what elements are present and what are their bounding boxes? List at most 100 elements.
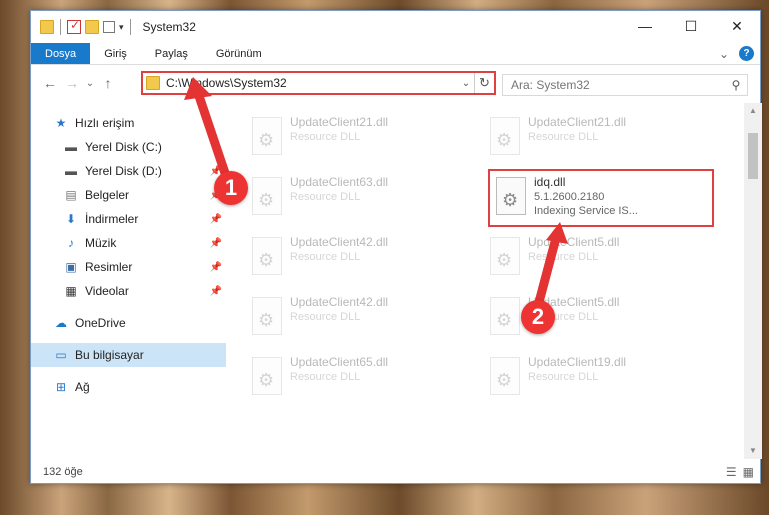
folder-icon — [146, 76, 160, 90]
pin-icon[interactable]: 📌 — [210, 214, 222, 225]
sidebar-item-label: Ağ — [75, 380, 90, 394]
search-icon[interactable]: ⚲ — [725, 78, 747, 92]
videos-icon: ▦ — [65, 284, 77, 298]
address-bar[interactable]: C:\Windows\System32 ⌄ ↻ — [141, 71, 496, 95]
file-name: UpdateClient21.dll — [290, 115, 389, 129]
window-controls: — ☐ ✕ — [622, 11, 760, 41]
maximize-button[interactable]: ☐ — [668, 11, 714, 41]
sidebar-item-quick-access[interactable]: ★ Hızlı erişim — [31, 111, 226, 135]
file-name: UpdateClient42.dll — [290, 295, 389, 309]
refresh-icon[interactable]: ↻ — [474, 73, 494, 93]
close-button[interactable]: ✕ — [714, 11, 760, 41]
music-icon: ♪ — [68, 236, 74, 250]
dll-file-icon: ⚙ — [252, 117, 282, 155]
view-buttons: ☰ ▦ — [726, 465, 754, 479]
new-folder-icon[interactable] — [85, 20, 99, 34]
drive-icon: ▬ — [65, 164, 77, 178]
file-name: UpdateClient19.dll — [528, 355, 627, 369]
address-path[interactable]: C:\Windows\System32 — [166, 76, 458, 90]
star-icon: ★ — [55, 116, 67, 130]
sidebar-item-documents[interactable]: ▤ Belgeler 📌 — [31, 183, 226, 207]
network-icon: ⊞ — [55, 380, 67, 394]
tab-home[interactable]: Giriş — [90, 43, 141, 64]
sidebar-item-local-disk-c[interactable]: ▬ Yerel Disk (C:) — [31, 135, 226, 159]
list-item[interactable]: ⚙ UpdateClient42.dll Resource DLL — [246, 231, 466, 283]
sidebar-item-onedrive[interactable]: ☁ OneDrive — [31, 311, 226, 335]
list-item[interactable]: ⚙ UpdateClient5.dll Resource DLL — [484, 231, 704, 283]
sidebar-item-videos[interactable]: ▦ Videolar 📌 — [31, 279, 226, 303]
file-description: Resource DLL — [290, 251, 361, 263]
dll-file-icon: ⚙ — [490, 357, 520, 395]
list-item[interactable]: ⚙ UpdateClient5.dll Resource DLL — [484, 291, 704, 343]
dll-file-icon: ⚙ — [252, 297, 282, 335]
help-icon[interactable]: ? — [739, 46, 754, 61]
sidebar-item-pictures[interactable]: ▣ Resimler 📌 — [31, 255, 226, 279]
list-item[interactable]: ⚙ UpdateClient42.dll Resource DLL — [246, 291, 466, 343]
sidebar-item-music[interactable]: ♪ Müzik 📌 — [31, 231, 226, 255]
back-button[interactable]: ← — [39, 75, 61, 91]
pin-icon[interactable]: 📌 — [210, 262, 222, 273]
chevron-down-icon[interactable]: ▾ — [119, 22, 124, 33]
file-description: Resource DLL — [290, 191, 361, 203]
properties-icon[interactable] — [67, 18, 81, 34]
scroll-up-arrow[interactable]: ▲ — [744, 103, 762, 119]
sidebar-item-label: Videolar — [85, 284, 129, 298]
search-input[interactable] — [511, 78, 725, 92]
sidebar-item-network[interactable]: ⊞ Ağ — [31, 375, 226, 399]
status-bar: 132 öğe ☰ ▦ — [31, 461, 762, 483]
step-2-badge: 2 — [521, 300, 555, 334]
dll-file-icon: ⚙ — [252, 237, 282, 275]
navigation-pane: ★ Hızlı erişim ▬ Yerel Disk (C:) ▬ Yerel… — [31, 103, 226, 459]
search-box[interactable]: ⚲ — [502, 74, 748, 96]
sidebar-item-label: Müzik — [85, 236, 117, 250]
sidebar-item-local-disk-d[interactable]: ▬ Yerel Disk (D:) 📌 — [31, 159, 226, 183]
expand-ribbon-icon[interactable]: ⌄ — [719, 47, 729, 61]
minimize-button[interactable]: — — [622, 11, 668, 41]
file-name: UpdateClient63.dll — [290, 175, 389, 189]
dll-file-icon: ⚙ — [496, 177, 526, 215]
scroll-down-arrow[interactable]: ▼ — [744, 443, 762, 459]
pin-icon[interactable]: 📌 — [210, 238, 222, 249]
explorer-window: ▾ System32 — ☐ ✕ Dosya Giriş Paylaş Görü… — [30, 10, 762, 484]
recent-locations-button[interactable]: ⌄ — [83, 78, 97, 89]
toolbar-divider — [60, 19, 61, 35]
chevron-down-icon[interactable]: ⌄ — [458, 78, 474, 89]
idq-dll-file-item[interactable]: ⚙ idq.dll 5.1.2600.2180 Indexing Service… — [488, 169, 714, 227]
tab-view[interactable]: Görünüm — [202, 43, 276, 64]
sidebar-item-downloads[interactable]: ⬇ İndirmeler 📌 — [31, 207, 226, 231]
drive-icon: ▬ — [65, 140, 77, 154]
documents-icon: ▤ — [65, 188, 77, 202]
tab-share[interactable]: Paylaş — [141, 43, 202, 64]
scrollbar-thumb[interactable] — [748, 133, 758, 179]
pictures-icon: ▣ — [65, 260, 77, 274]
sidebar-item-label: Hızlı erişim — [75, 116, 135, 130]
file-name: UpdateClient65.dll — [290, 355, 389, 369]
ribbon-tabs: Dosya Giriş Paylaş Görünüm ⌄ ? — [31, 43, 760, 65]
large-icons-view-icon[interactable]: ▦ — [743, 465, 754, 479]
sidebar-item-label: Resimler — [85, 260, 133, 274]
sidebar-item-this-pc[interactable]: ▭ Bu bilgisayar — [31, 343, 226, 367]
list-item[interactable]: ⚙ UpdateClient21.dll Resource DLL — [484, 111, 704, 163]
customize-toolbar-icon[interactable] — [103, 21, 115, 33]
file-name: UpdateClient21.dll — [528, 115, 627, 129]
vertical-scrollbar[interactable]: ▲ ▼ — [744, 103, 762, 459]
title-bar: ▾ System32 — ☐ ✕ — [31, 11, 760, 43]
list-item[interactable]: ⚙ UpdateClient19.dll Resource DLL — [484, 351, 704, 403]
window-title: System32 — [142, 20, 196, 34]
sidebar-item-label: Yerel Disk (D:) — [85, 164, 162, 178]
pin-icon[interactable]: 📌 — [210, 286, 222, 297]
list-item[interactable]: ⚙ UpdateClient65.dll Resource DLL — [246, 351, 466, 403]
sidebar-item-label: İndirmeler — [85, 212, 139, 226]
sidebar-item-label: Bu bilgisayar — [75, 348, 144, 362]
tab-file[interactable]: Dosya — [31, 43, 91, 64]
file-description: Resource DLL — [528, 251, 599, 263]
list-item[interactable]: ⚙ UpdateClient21.dll Resource DLL — [246, 111, 466, 163]
forward-button[interactable]: → — [61, 75, 83, 91]
file-description: Resource DLL — [290, 131, 361, 143]
up-button[interactable]: ↑ — [97, 75, 119, 91]
dll-file-icon: ⚙ — [490, 297, 520, 335]
list-item[interactable]: ⚙ UpdateClient63.dll Resource DLL — [246, 171, 466, 223]
step-1-badge: 1 — [214, 171, 248, 205]
item-count: 132 öğe — [43, 466, 83, 478]
details-view-icon[interactable]: ☰ — [726, 465, 737, 479]
